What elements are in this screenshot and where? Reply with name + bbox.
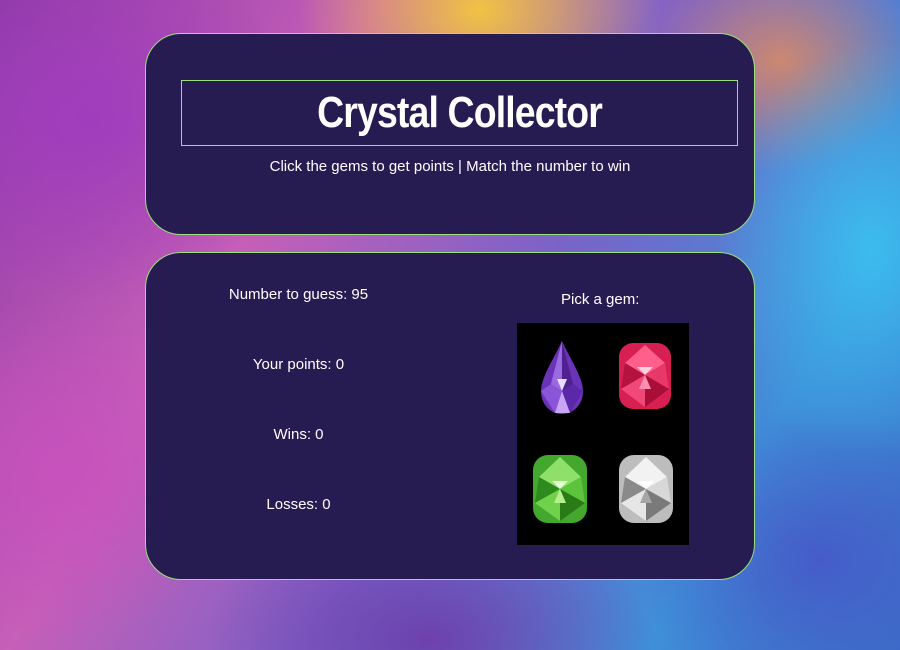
title-box: Crystal Collector: [181, 80, 738, 146]
number-to-guess: Number to guess: 95: [228, 286, 369, 303]
game-panel: Number to guess: 95 Your points: 0 Wins:…: [145, 252, 755, 580]
purple-gem-icon: [541, 341, 583, 414]
gem-grid: [517, 323, 689, 545]
red-gem-icon: [619, 343, 671, 409]
purple-gem-button[interactable]: [537, 339, 587, 417]
pick-gem-label: Pick a gem:: [561, 291, 640, 308]
page-title: Crystal Collector: [317, 88, 603, 137]
wins-count: Wins: 0: [273, 426, 324, 443]
red-gem-button[interactable]: [617, 341, 673, 411]
green-gem-button[interactable]: [531, 453, 589, 525]
white-gem-icon: [619, 455, 673, 523]
green-gem-icon: [533, 455, 587, 523]
losses-count: Losses: 0: [266, 496, 331, 513]
white-gem-button[interactable]: [617, 453, 675, 525]
header-panel: Crystal Collector Click the gems to get …: [145, 33, 755, 235]
instructions-text: Click the gems to get points | Match the…: [269, 158, 631, 175]
your-points: Your points: 0: [252, 356, 345, 373]
